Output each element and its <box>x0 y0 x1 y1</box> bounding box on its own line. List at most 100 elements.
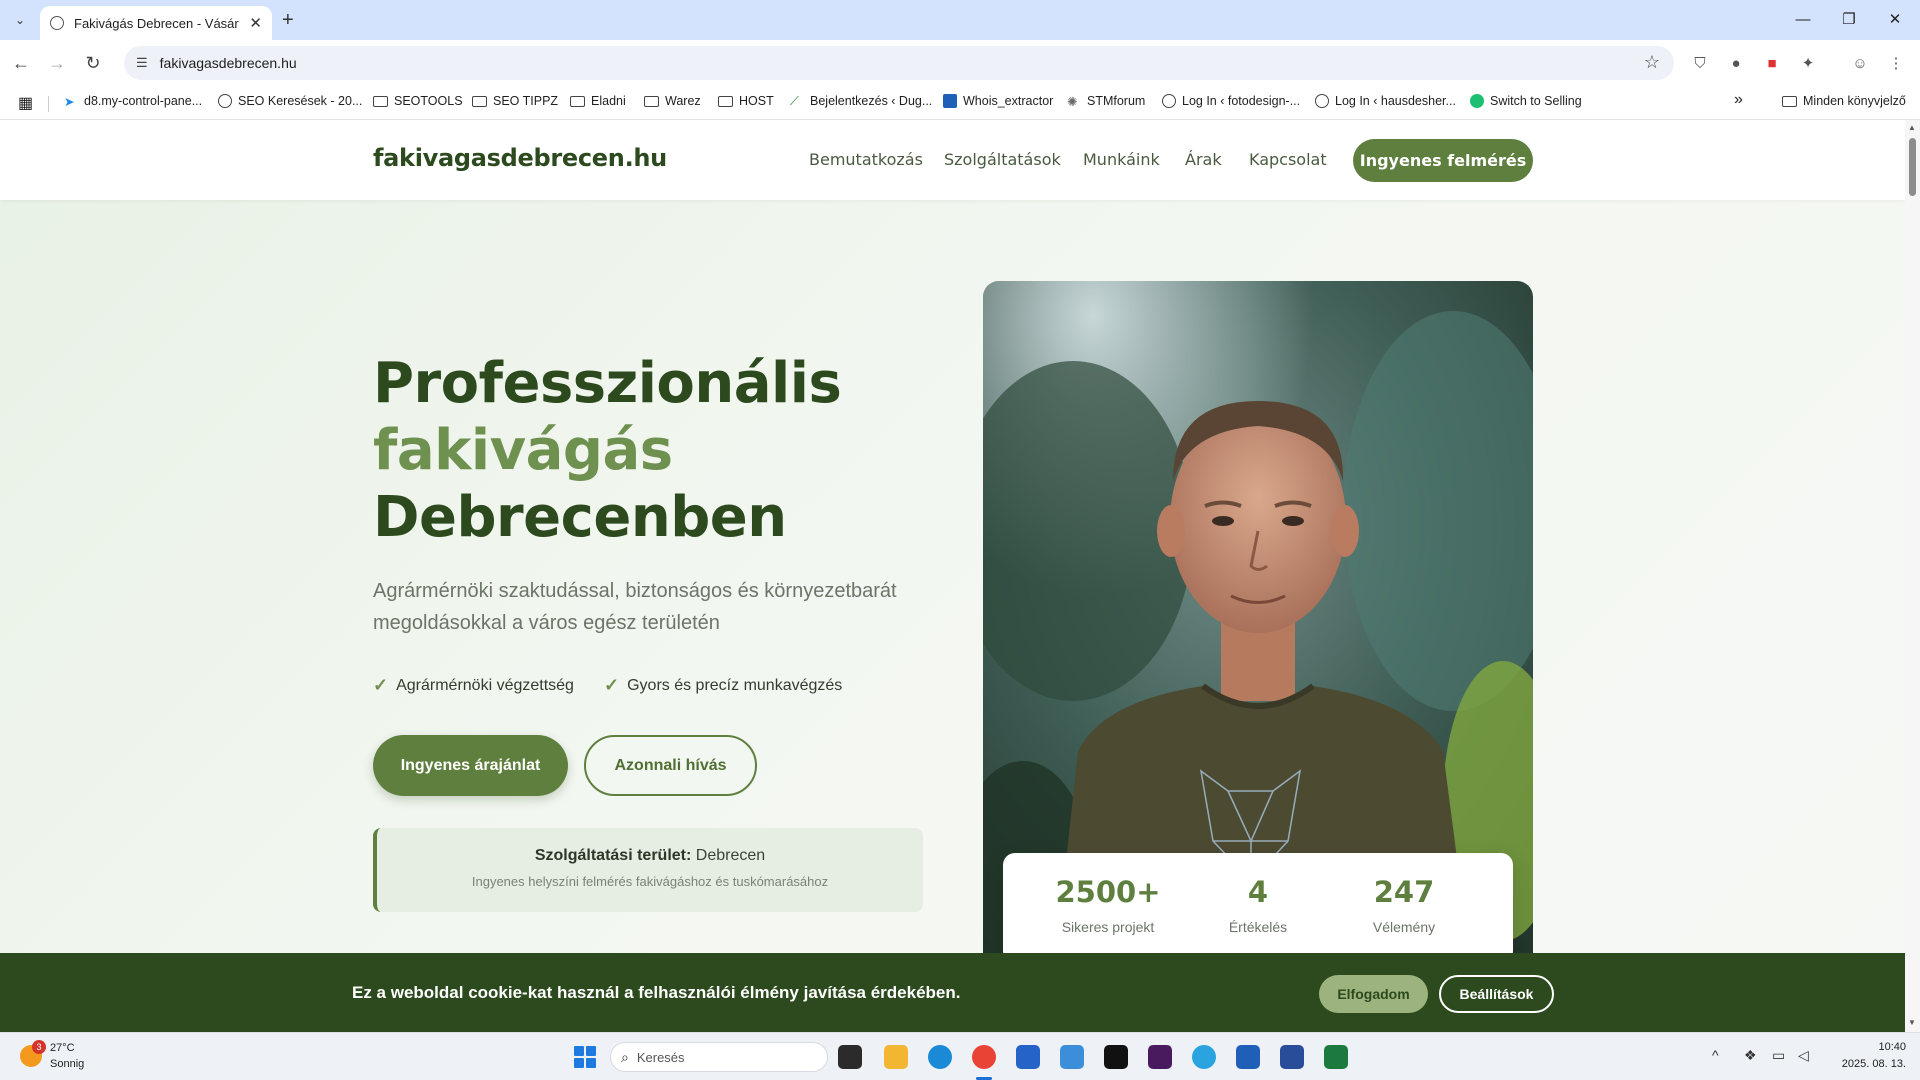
page-scrollbar[interactable]: ▲ ▼ <box>1905 120 1920 1032</box>
url-text[interactable]: fakivagasdebrecen.hu <box>160 55 297 71</box>
mask-extension-icon[interactable]: ● <box>1726 53 1746 73</box>
clock-time[interactable]: 10:40 <box>1866 1041 1906 1053</box>
bookmarks-overflow-button[interactable]: » <box>1734 91 1743 109</box>
nav-link-munkaink[interactable]: Munkáink <box>1083 150 1160 169</box>
stats-card: 2500+ Sikeres projekt 4 Értékelés 247 Vé… <box>1003 853 1513 963</box>
reload-button[interactable]: ↻ <box>80 50 106 76</box>
weather-temperature[interactable]: 27°C <box>50 1042 75 1054</box>
hero-title-line-2: fakivágás <box>373 418 673 483</box>
cookie-accept-button[interactable]: Elfogadom <box>1319 975 1428 1013</box>
bookmark-item[interactable]: ⟋ Bejelentkezés ‹ Dug... <box>790 94 932 108</box>
stat-value: 247 <box>1373 875 1435 909</box>
weather-badge: 3 <box>32 1040 46 1054</box>
dropbox-icon[interactable]: ❖ <box>1744 1047 1757 1064</box>
menu-kebab-icon[interactable]: ⋮ <box>1886 53 1906 73</box>
address-bar[interactable]: ☰ fakivagasdebrecen.hu ☆ <box>124 46 1674 80</box>
feature-item: ✓ Agrármérnöki végzettség <box>373 675 574 696</box>
scroll-up-arrow-icon[interactable]: ▲ <box>1908 123 1916 132</box>
folder-icon <box>718 95 733 107</box>
service-area-note: Ingyenes helyszíni felmérés fakivágáshoz… <box>471 874 829 889</box>
bookmark-item[interactable]: Log In ‹ hausdesher... <box>1315 94 1456 108</box>
tab-search-button[interactable]: ⌄ <box>8 8 32 32</box>
stat-label: Sikeres projekt <box>1061 919 1155 935</box>
bookmark-folder[interactable]: HOST <box>718 94 774 108</box>
hero-title: Professzionális fakivágás Debrecenben <box>373 350 842 551</box>
folder-icon <box>644 95 659 107</box>
network-icon[interactable]: ▭ <box>1772 1047 1785 1064</box>
remote-desktop-icon[interactable] <box>1060 1045 1084 1069</box>
close-tab-icon[interactable]: ✕ <box>249 14 262 32</box>
browser-tab-active[interactable]: Fakivágás Debrecen - Vásári Fe ✕ <box>40 6 272 40</box>
bookmark-folder[interactable]: Eladni <box>570 94 626 108</box>
bookmark-item[interactable]: Switch to Selling <box>1470 94 1582 108</box>
apps-grid-icon[interactable]: ▦ <box>18 93 33 113</box>
taskbar-search[interactable]: ⌕ Keresés <box>610 1042 828 1072</box>
nav-link-szolgaltatasok[interactable]: Szolgáltatások <box>944 150 1061 169</box>
save-disk-icon[interactable] <box>1280 1045 1304 1069</box>
bookmarks-separator <box>48 96 49 112</box>
scrollbar-thumb[interactable] <box>1909 138 1916 196</box>
stat-reviews: 247 Vélemény <box>1329 875 1479 935</box>
globe-icon <box>50 16 64 30</box>
bookmark-item[interactable]: Log In ‹ fotodesign-... <box>1162 94 1300 108</box>
show-hidden-icons-chevron[interactable]: ^ <box>1712 1047 1719 1063</box>
site-logo[interactable]: fakivagasdebrecen.hu <box>373 144 667 172</box>
windows-start-icon[interactable] <box>574 1046 596 1068</box>
bookmark-folder[interactable]: Warez <box>644 94 701 108</box>
file-explorer-icon[interactable] <box>884 1045 908 1069</box>
service-area-line: Szolgáltatási terület: Debrecen <box>377 847 923 865</box>
nav-link-kapcsolat[interactable]: Kapcsolat <box>1249 150 1327 169</box>
service-area-label: Szolgáltatási terület: <box>534 847 692 864</box>
back-button[interactable]: ← <box>8 50 34 76</box>
search-icon: ⌕ <box>621 1048 629 1065</box>
minimize-window-button[interactable]: — <box>1780 6 1826 34</box>
tiktok-icon[interactable] <box>1104 1045 1128 1069</box>
telegram-icon[interactable] <box>1192 1045 1216 1069</box>
nav-link-arak[interactable]: Árak <box>1185 150 1222 169</box>
instant-call-button[interactable]: Azonnali hívás <box>584 735 757 796</box>
site-info-icon[interactable]: ☰ <box>136 55 148 71</box>
extensions-puzzle-icon[interactable]: ✦ <box>1798 53 1818 73</box>
globe-icon <box>218 94 232 108</box>
os-taskbar: 3 27°C Sonnig ⌕ Keresés ^ ❖ ▭ ◁ 10:40 20… <box>0 1032 1920 1080</box>
excel-icon[interactable] <box>1324 1045 1348 1069</box>
free-quote-button[interactable]: Ingyenes árajánlat <box>373 735 568 796</box>
bookmark-item[interactable]: ✺ STMforum <box>1067 94 1145 109</box>
bookmark-star-icon[interactable]: ☆ <box>1644 52 1660 73</box>
dreamweaver-icon[interactable] <box>1148 1045 1172 1069</box>
task-view-icon[interactable] <box>838 1045 862 1069</box>
profile-avatar-icon[interactable]: ☺ <box>1850 53 1870 73</box>
volume-icon[interactable]: ◁ <box>1798 1047 1809 1064</box>
stat-label: Értékelés <box>1228 919 1288 935</box>
bookmark-item[interactable]: Whois_extractor <box>943 94 1053 108</box>
stat-value: 2500+ <box>1055 875 1161 909</box>
stat-value: 4 <box>1247 875 1269 909</box>
bookmark-folder[interactable]: SEO TIPPZ <box>472 94 558 108</box>
clock-date[interactable]: 2025. 08. 13. <box>1831 1058 1906 1070</box>
feature-item: ✓ Gyors és precíz munkavégzés <box>604 675 842 696</box>
colorful-extension-icon[interactable]: ■ <box>1762 53 1782 73</box>
edge-browser-icon[interactable] <box>928 1045 952 1069</box>
bookmark-folder[interactable]: SEOTOOLS <box>373 94 463 108</box>
web-page: fakivagasdebrecen.hu Bemutatkozás Szolgá… <box>0 120 1905 1032</box>
new-tab-button[interactable]: + <box>282 8 294 32</box>
forward-button[interactable]: → <box>44 50 70 76</box>
hero-title-line-3: Debrecenben <box>373 485 787 550</box>
restore-window-button[interactable]: ❐ <box>1826 6 1872 34</box>
microsoft-store-icon[interactable] <box>1016 1045 1040 1069</box>
free-survey-button[interactable]: Ingyenes felmérés <box>1353 139 1533 182</box>
nav-link-bemutatkozas[interactable]: Bemutatkozás <box>809 150 923 169</box>
shield-extension-icon[interactable]: ⛉ <box>1690 53 1710 73</box>
close-window-button[interactable]: ✕ <box>1872 6 1918 34</box>
bookmark-item[interactable]: ➤ d8.my-control-pane... <box>64 94 202 109</box>
bookmark-item[interactable]: SEO Keresések - 20... <box>218 94 362 108</box>
all-bookmarks-folder[interactable]: Minden könyvjelző <box>1782 94 1906 108</box>
cookie-settings-button[interactable]: Beállítások <box>1439 975 1554 1013</box>
chrome-browser-icon[interactable] <box>972 1045 996 1069</box>
folder-icon <box>373 95 388 107</box>
service-area-box: Szolgáltatási terület: Debrecen Ingyenes… <box>373 828 923 912</box>
weather-description[interactable]: Sonnig <box>50 1058 84 1070</box>
notion-n-icon[interactable] <box>1236 1045 1260 1069</box>
globe-icon <box>1162 94 1176 108</box>
scroll-down-arrow-icon[interactable]: ▼ <box>1908 1018 1916 1027</box>
